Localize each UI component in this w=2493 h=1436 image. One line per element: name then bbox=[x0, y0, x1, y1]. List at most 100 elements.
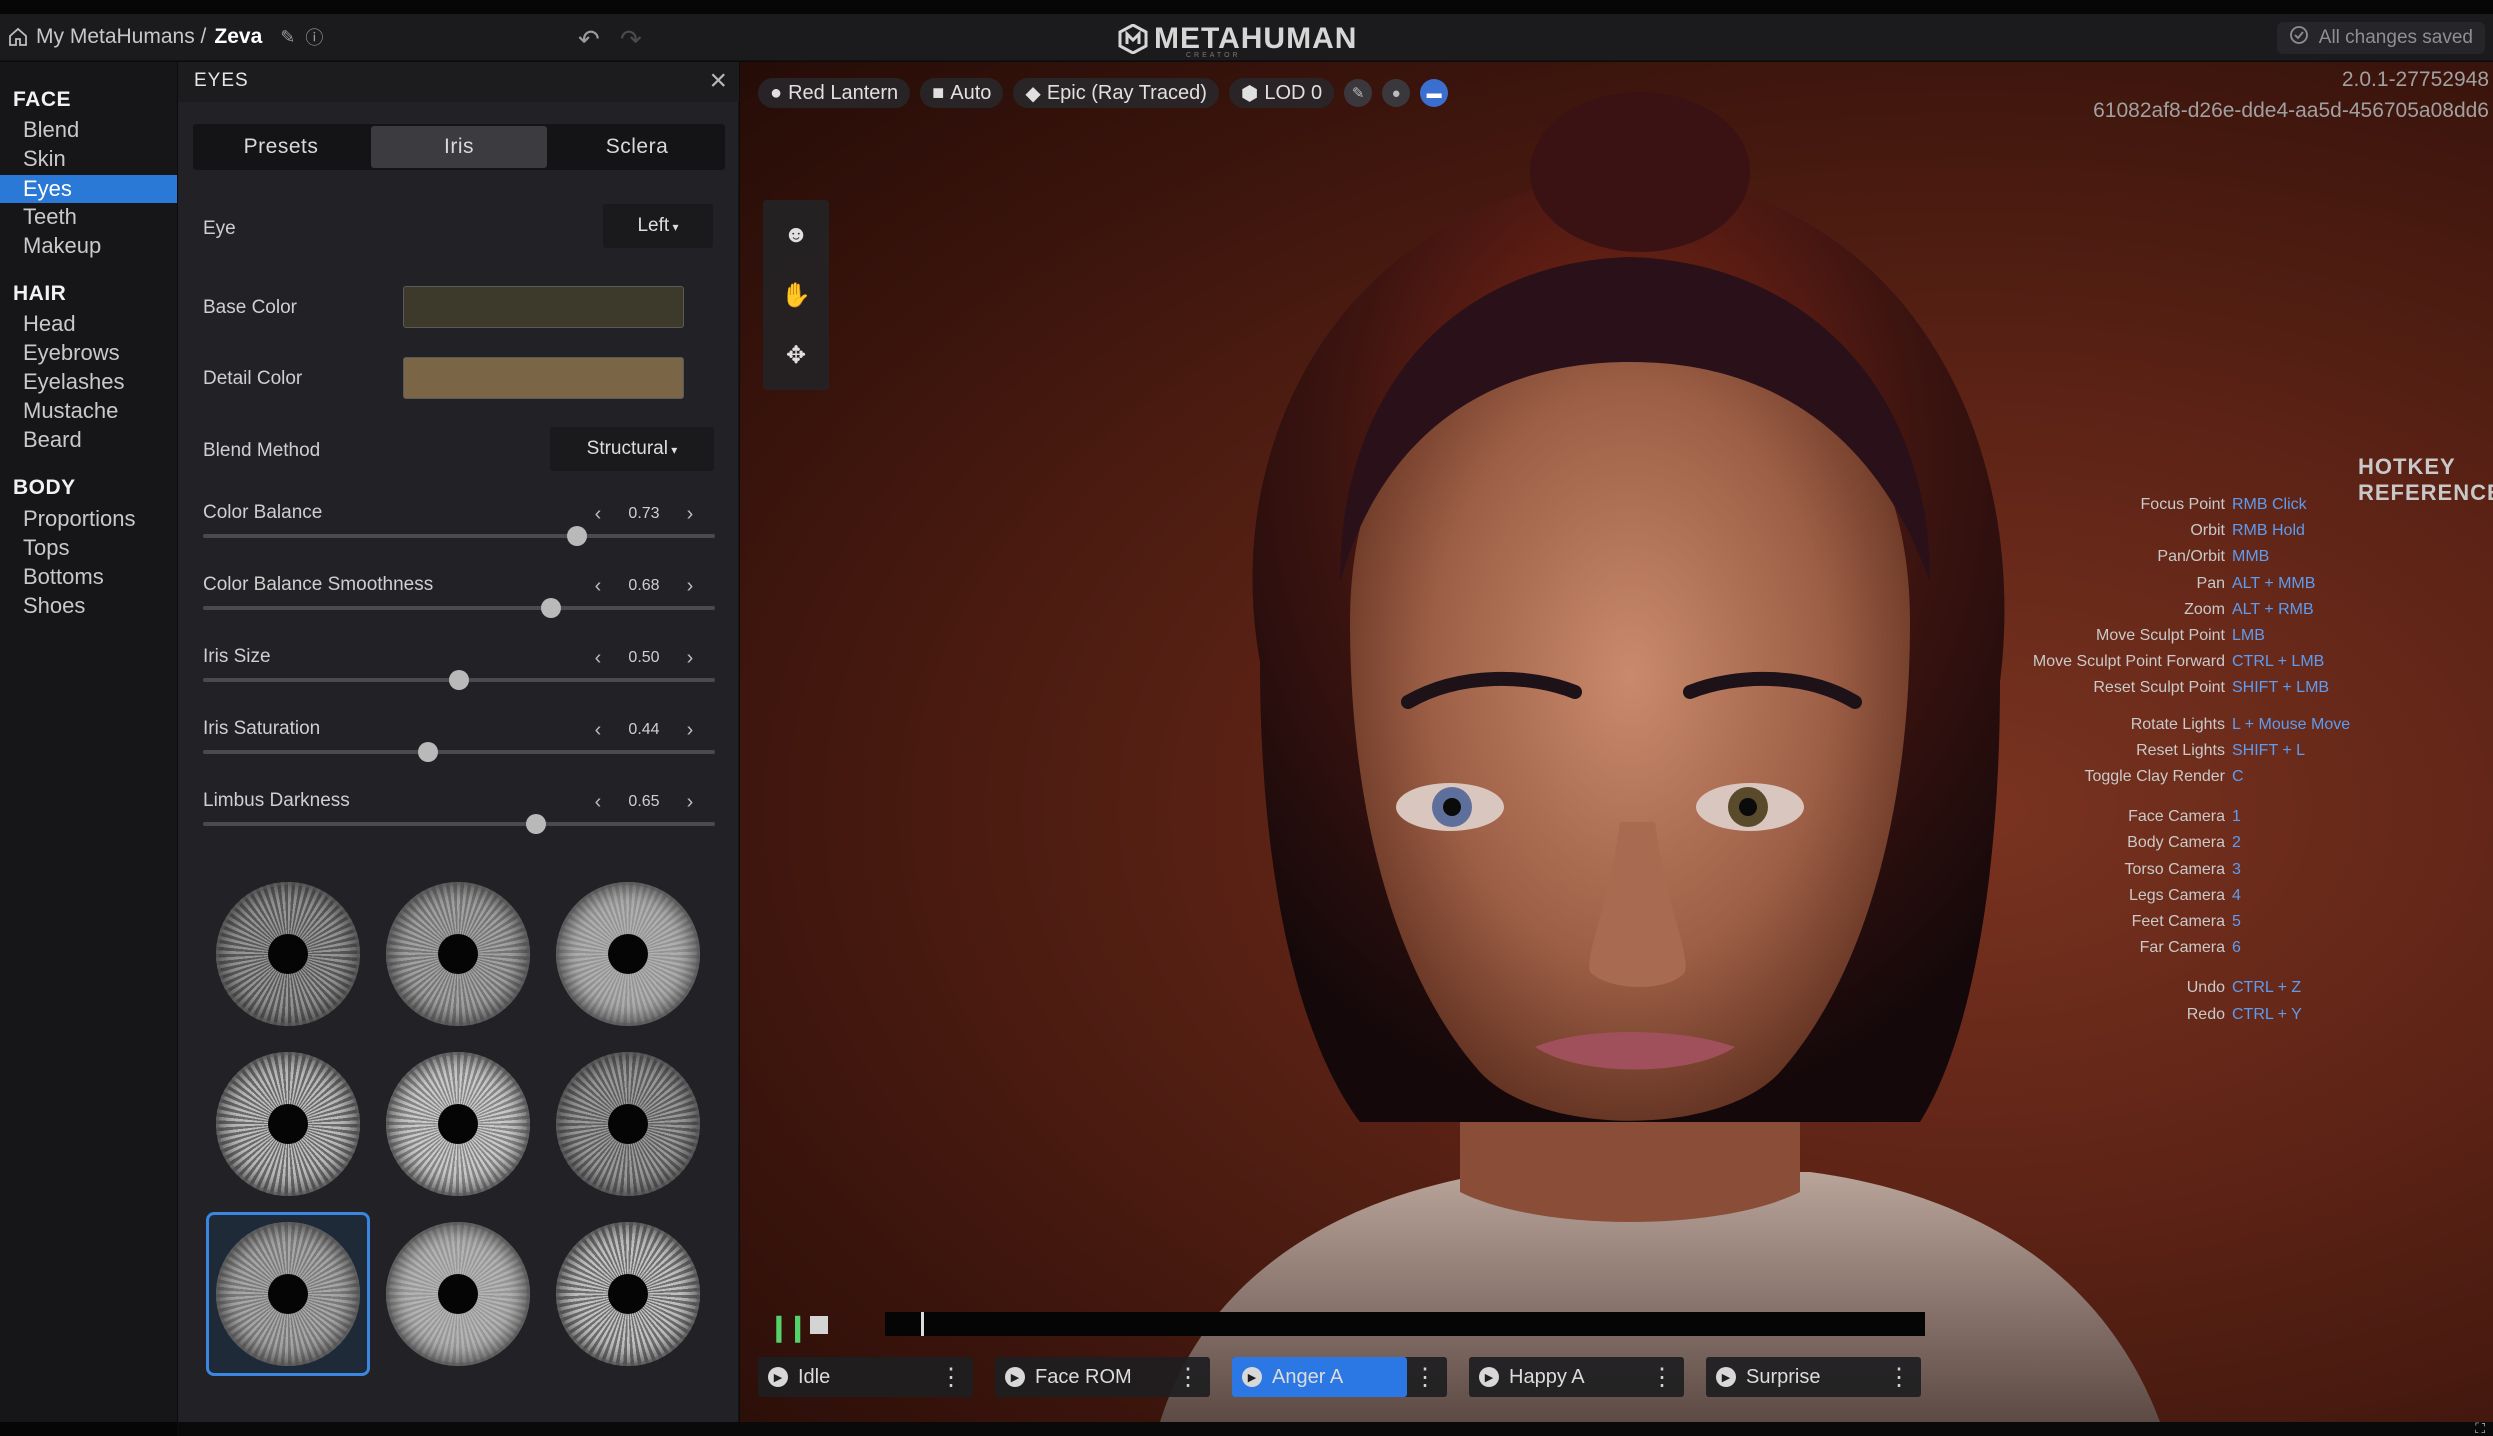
color-balance-smoothness-slider[interactable] bbox=[203, 598, 715, 618]
iris-thumbnail bbox=[386, 1222, 530, 1366]
iris-preset[interactable] bbox=[546, 1042, 710, 1206]
decrement-icon[interactable]: ‹ bbox=[588, 575, 608, 598]
animation-face-rom[interactable]: ▶ Face ROM ⋮ bbox=[995, 1357, 1210, 1397]
slider-handle[interactable] bbox=[541, 598, 562, 618]
decrement-icon[interactable]: ‹ bbox=[588, 647, 608, 670]
move-icon[interactable]: ✥ bbox=[763, 325, 829, 385]
hotkey-action: Toggle Clay Render bbox=[2084, 768, 2225, 785]
lod-button[interactable]: ⬢ LOD 0 bbox=[1228, 78, 1335, 108]
increment-icon[interactable]: › bbox=[680, 791, 700, 814]
eye-dropdown[interactable]: Left ▾ bbox=[603, 204, 713, 248]
more-options-icon[interactable]: ⋮ bbox=[1650, 1363, 1674, 1392]
nav-item-proportions[interactable]: Proportions bbox=[0, 505, 177, 533]
increment-icon[interactable]: › bbox=[680, 719, 700, 742]
stop-icon[interactable] bbox=[810, 1316, 828, 1334]
tab-sclera[interactable]: Sclera bbox=[549, 124, 725, 170]
iris-preset[interactable] bbox=[546, 1212, 710, 1376]
iris-preset[interactable] bbox=[376, 1042, 540, 1206]
breadcrumb: My MetaHumans / Zeva ✎ ⓘ bbox=[8, 24, 323, 50]
timeline-scrubber[interactable] bbox=[885, 1312, 1925, 1336]
base-color-swatch[interactable] bbox=[403, 286, 684, 328]
brand-name: METAHUMAN bbox=[1154, 22, 1358, 55]
iris-preset[interactable] bbox=[206, 1042, 370, 1206]
3d-viewport[interactable]: ● Red Lantern ■ Auto ◆ Epic (Ray Traced)… bbox=[740, 62, 2493, 1422]
more-options-icon[interactable]: ⋮ bbox=[1413, 1363, 1437, 1392]
slider-handle[interactable] bbox=[418, 742, 439, 762]
tab-presets[interactable]: Presets bbox=[193, 124, 369, 170]
color-balance-smoothness-stepper: ‹ 0.68 › bbox=[588, 573, 700, 599]
iris-preset[interactable] bbox=[206, 872, 370, 1036]
nav-item-head[interactable]: Head bbox=[0, 310, 177, 338]
blend-method-dropdown[interactable]: Structural ▾ bbox=[550, 427, 714, 471]
home-icon[interactable] bbox=[8, 27, 28, 47]
slider-handle[interactable] bbox=[449, 670, 469, 690]
iris-size-value[interactable]: 0.50 bbox=[628, 649, 659, 667]
nav-item-mustache[interactable]: Mustache bbox=[0, 397, 177, 425]
fullscreen-icon[interactable]: ⛶ bbox=[2475, 1420, 2485, 1436]
limbus-darkness-value[interactable]: 0.65 bbox=[628, 793, 659, 811]
iris-saturation-slider[interactable] bbox=[203, 742, 715, 762]
more-options-icon[interactable]: ⋮ bbox=[1176, 1363, 1200, 1392]
help-icon[interactable]: ⓘ bbox=[305, 24, 323, 50]
nav-item-shoes[interactable]: Shoes bbox=[0, 592, 177, 620]
hotkey-key: CTRL + Y bbox=[2232, 1005, 2302, 1023]
nav-item-blend[interactable]: Blend bbox=[0, 116, 177, 144]
close-icon[interactable]: × bbox=[709, 64, 727, 98]
slider-handle[interactable] bbox=[525, 814, 546, 834]
more-options-icon[interactable]: ⋮ bbox=[939, 1363, 963, 1392]
pause-icon[interactable]: ❙❙ bbox=[768, 1312, 809, 1343]
decrement-icon[interactable]: ‹ bbox=[588, 791, 608, 814]
viewport-toolbar: ● Red Lantern ■ Auto ◆ Epic (Ray Traced)… bbox=[758, 78, 1449, 108]
hotkey-action: Focus Point bbox=[2140, 496, 2225, 513]
nav-item-bottoms[interactable]: Bottoms bbox=[0, 563, 177, 591]
animation-idle[interactable]: ▶ Idle ⋮ bbox=[758, 1357, 973, 1397]
detail-color-swatch[interactable] bbox=[403, 357, 684, 399]
iris-size-slider[interactable] bbox=[203, 670, 715, 690]
hotkey-row: Toggle Clay Render C bbox=[1780, 768, 2480, 790]
quality-button[interactable]: ◆ Epic (Ray Traced) bbox=[1013, 78, 1219, 108]
screen-icon[interactable]: ▬ bbox=[1420, 79, 1449, 107]
category-nav: FACE Blend Skin Eyes Teeth Makeup HAIR H… bbox=[0, 62, 177, 1422]
animation-happy-a[interactable]: ▶ Happy A ⋮ bbox=[1469, 1357, 1684, 1397]
iris-preset[interactable] bbox=[376, 1212, 540, 1376]
nav-item-tops[interactable]: Tops bbox=[0, 534, 177, 562]
color-balance-smoothness-value[interactable]: 0.68 bbox=[628, 577, 659, 595]
decrement-icon[interactable]: ‹ bbox=[588, 503, 608, 526]
nav-item-eyelashes[interactable]: Eyelashes bbox=[0, 368, 177, 396]
color-balance-stepper: ‹ 0.73 › bbox=[588, 501, 700, 527]
timeline-cursor[interactable] bbox=[921, 1312, 924, 1336]
animation-surprise[interactable]: ▶ Surprise ⋮ bbox=[1706, 1357, 1921, 1397]
breadcrumb-root[interactable]: My MetaHumans / bbox=[36, 25, 206, 49]
camera-button[interactable]: ■ Auto bbox=[920, 78, 1004, 108]
hotkey-row: Zoom ALT + RMB bbox=[1780, 601, 2480, 623]
color-balance-slider[interactable] bbox=[203, 526, 715, 546]
nav-item-eyes[interactable]: Eyes bbox=[0, 175, 177, 203]
sphere-icon[interactable]: ● bbox=[1382, 79, 1411, 107]
undo-icon[interactable]: ↶ bbox=[578, 24, 600, 55]
nav-item-beard[interactable]: Beard bbox=[0, 426, 177, 454]
more-options-icon[interactable]: ⋮ bbox=[1887, 1363, 1911, 1392]
iris-preset-selected[interactable] bbox=[206, 1212, 370, 1376]
color-balance-value[interactable]: 0.73 bbox=[628, 505, 659, 523]
tab-iris[interactable]: Iris bbox=[371, 126, 547, 168]
slider-handle[interactable] bbox=[566, 526, 587, 546]
nav-item-eyebrows[interactable]: Eyebrows bbox=[0, 339, 177, 367]
redo-icon[interactable]: ↷ bbox=[620, 24, 642, 55]
hand-icon[interactable]: ✋ bbox=[763, 265, 829, 325]
increment-icon[interactable]: › bbox=[680, 647, 700, 670]
increment-icon[interactable]: › bbox=[680, 503, 700, 526]
limbus-darkness-slider[interactable] bbox=[203, 814, 715, 834]
nav-item-makeup[interactable]: Makeup bbox=[0, 232, 177, 260]
increment-icon[interactable]: › bbox=[680, 575, 700, 598]
brush-icon[interactable]: ✎ bbox=[1344, 79, 1373, 107]
animation-anger-a[interactable]: ▶ Anger A ⋮ bbox=[1232, 1357, 1447, 1397]
nav-item-skin[interactable]: Skin bbox=[0, 145, 177, 173]
iris-preset[interactable] bbox=[376, 872, 540, 1036]
decrement-icon[interactable]: ‹ bbox=[588, 719, 608, 742]
iris-saturation-value[interactable]: 0.44 bbox=[628, 721, 659, 739]
lighting-button[interactable]: ● Red Lantern bbox=[758, 78, 911, 108]
nav-item-teeth[interactable]: Teeth bbox=[0, 203, 177, 231]
edit-icon[interactable]: ✎ bbox=[280, 27, 295, 48]
skull-icon[interactable]: ☻ bbox=[763, 205, 829, 265]
iris-preset[interactable] bbox=[546, 872, 710, 1036]
